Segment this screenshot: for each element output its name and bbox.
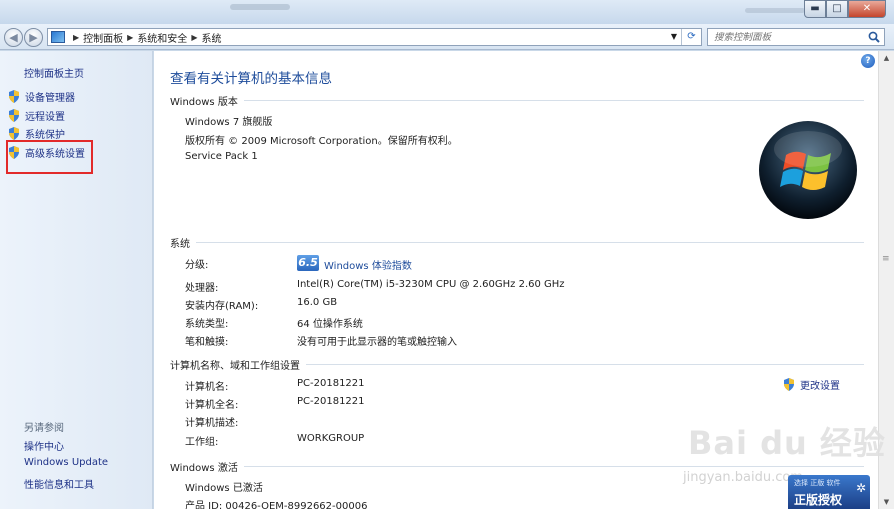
breadcrumb-system[interactable]: 系统 (201, 30, 221, 45)
sidebar-item-label: 系统保护 (25, 130, 65, 141)
sidebar-item-remote-settings[interactable]: 远程设置 (8, 108, 65, 123)
copyright-text: 版权所有 © 2009 Microsoft Corporation。保留所有权利… (185, 136, 458, 147)
genuine-badge-top: 选择 正版 软件 (794, 479, 841, 487)
window-controls: ▬ □ ✕ (804, 0, 886, 18)
product-id: 产品 ID: 00426-OEM-8992662-00006 (185, 501, 368, 509)
search-input[interactable] (708, 29, 858, 45)
divider (243, 466, 864, 467)
scroll-grip-icon[interactable]: ≡ (882, 254, 890, 264)
search-icon[interactable] (867, 30, 881, 44)
see-also-heading: 另请参阅 (24, 423, 64, 434)
section-heading-text: Windows 版本 (170, 97, 238, 108)
sidebar-item-device-manager[interactable]: 设备管理器 (8, 89, 75, 104)
info-label: 计算机全名: (185, 400, 239, 411)
section-heading-text: 系统 (170, 239, 190, 250)
info-label: 计算机名: (185, 382, 229, 393)
refresh-icon[interactable]: ⟳ (681, 29, 701, 45)
rating-label: 分级: (185, 260, 209, 271)
info-label: 工作组: (185, 437, 219, 448)
info-value: 64 位操作系统 (297, 319, 363, 330)
forward-button[interactable]: ▶ (24, 28, 43, 47)
section-edition-heading: Windows 版本 (170, 93, 864, 108)
service-pack: Service Pack 1 (185, 151, 258, 162)
info-value: PC-20181221 (297, 378, 365, 389)
info-value: 没有可用于此显示器的笔或触控输入 (297, 337, 457, 348)
shield-icon (9, 90, 19, 103)
info-value: Intel(R) Core(TM) i5-3230M CPU @ 2.60GHz… (297, 279, 565, 290)
watermark-url: jingyan.baidu.com (683, 470, 803, 485)
minimize-button[interactable]: ▬ (804, 0, 826, 18)
search-box (707, 28, 885, 46)
info-value: 16.0 GB (297, 297, 338, 308)
sidebar: 控制面板主页 设备管理器 远程设置 系统保护 高级系统设置 另请参阅 操作中心 … (0, 51, 153, 509)
control-panel-icon (51, 31, 65, 43)
divider (306, 364, 864, 365)
sidebar-item-label: 设备管理器 (25, 93, 75, 104)
link-performance-tools[interactable]: 性能信息和工具 (24, 476, 94, 491)
chevron-down-icon[interactable]: ▼ (668, 29, 680, 45)
maximize-button[interactable]: □ (826, 0, 848, 18)
info-value: WORKGROUP (297, 433, 365, 444)
edition-name: Windows 7 旗舰版 (185, 117, 273, 128)
link-windows-update[interactable]: Windows Update (24, 457, 108, 468)
info-value: PC-20181221 (297, 396, 365, 407)
sidebar-item-label: 远程设置 (25, 112, 65, 123)
page-title: 查看有关计算机的基本信息 (170, 71, 332, 87)
shield-icon (9, 109, 19, 122)
shield-icon (9, 127, 19, 140)
scroll-up-icon[interactable]: ▲ (879, 51, 894, 65)
baidu-watermark: Bai du 经验 (688, 424, 886, 462)
star-icon: ✲ (855, 481, 866, 495)
breadcrumb-system-security[interactable]: 系统和安全 (137, 30, 187, 45)
section-computer-heading: 计算机名称、域和工作组设置 (170, 357, 864, 372)
help-icon[interactable]: ? (861, 54, 875, 68)
activation-status: Windows 已激活 (185, 483, 263, 494)
info-label: 计算机描述: (185, 418, 239, 429)
chevron-right-icon: ▶ (127, 32, 134, 42)
experience-index-link[interactable]: Windows 体验指数 (324, 257, 412, 272)
genuine-badge: 选择 正版 软件 正版授权 ✲ (788, 475, 870, 509)
title-blur-right (745, 8, 805, 13)
section-heading-text: 计算机名称、域和工作组设置 (170, 361, 300, 372)
info-label: 笔和触摸: (185, 337, 229, 348)
chevron-right-icon: ▶ (191, 32, 198, 42)
section-system-heading: 系统 (170, 235, 864, 250)
rating-badge[interactable]: 6.5 (297, 255, 319, 271)
address-bar[interactable]: ▶ 控制面板 ▶ 系统和安全 ▶ 系统 ▼ ⟳ (47, 28, 702, 46)
address-row: ◀ ▶ ▶ 控制面板 ▶ 系统和安全 ▶ 系统 ▼ ⟳ (0, 24, 894, 50)
info-label: 处理器: (185, 283, 219, 294)
link-action-center[interactable]: 操作中心 (24, 438, 64, 453)
chevron-right-icon: ▶ (73, 32, 80, 42)
back-button[interactable]: ◀ (4, 28, 23, 47)
sidebar-home-link[interactable]: 控制面板主页 (24, 65, 84, 80)
scroll-down-icon[interactable]: ▼ (879, 495, 894, 509)
info-label: 安装内存(RAM): (185, 301, 259, 312)
shield-icon (784, 378, 794, 391)
close-button[interactable]: ✕ (848, 0, 886, 18)
breadcrumb-control-panel[interactable]: 控制面板 (83, 30, 123, 45)
divider (243, 100, 864, 101)
section-heading-text: Windows 激活 (170, 463, 238, 474)
change-settings-label: 更改设置 (800, 381, 840, 392)
windows-logo-icon (759, 121, 857, 219)
genuine-badge-label: 正版授权 (794, 493, 843, 507)
info-label: 系统类型: (185, 319, 229, 330)
change-settings-link[interactable]: 更改设置 (783, 377, 840, 392)
sidebar-item-system-protection[interactable]: 系统保护 (8, 126, 65, 141)
highlight-box (6, 140, 93, 174)
divider (196, 242, 864, 243)
title-bar: ▬ □ ✕ (0, 0, 894, 24)
title-text-blurred (230, 4, 290, 10)
